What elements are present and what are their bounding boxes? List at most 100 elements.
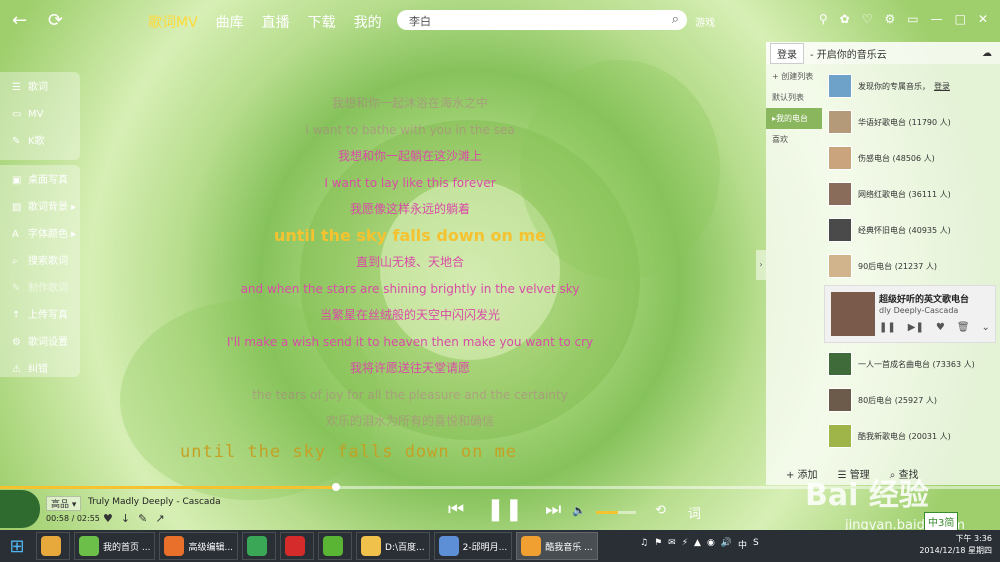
menu-report-error[interactable]: ⚠ 纠错: [0, 356, 80, 383]
create-list-button[interactable]: + 创建列表: [766, 66, 822, 87]
menu-lyrics-settings[interactable]: ⚙ 歌词设置: [0, 329, 80, 356]
featured-station[interactable]: 超级好听的英文歌电台 dly Deeply-Cascada ❚❚ ▶❚ ♥ 🗑 …: [824, 285, 996, 343]
taskbar-app[interactable]: 酷我音乐 ...: [516, 532, 598, 560]
maximize-icon[interactable]: □: [955, 12, 966, 26]
search-input[interactable]: [407, 12, 651, 30]
lyrics-toggle-icon[interactable]: 词: [688, 503, 701, 522]
tab-lyrics-mv[interactable]: 歌词MV: [148, 12, 198, 32]
station-cover: [828, 424, 852, 448]
menu-search-lyrics[interactable]: ⌕ 搜索歌词: [0, 248, 80, 275]
station-cover: [828, 146, 852, 170]
tray-icon[interactable]: ▲: [694, 538, 701, 551]
menu-lyrics[interactable]: ☰ 歌词: [0, 74, 80, 101]
lyrics-icon: ☰: [12, 82, 21, 93]
view-menu: ☰ 歌词 ▭ MV ✎ K歌: [0, 72, 80, 160]
station-item[interactable]: 一人一首成名曲电台 (73363 人): [828, 346, 1000, 382]
refresh-button[interactable]: ⟳: [48, 10, 63, 31]
quality-select[interactable]: 高品 ▾: [46, 496, 82, 511]
cloud-icon[interactable]: ☁: [982, 48, 992, 59]
playback-controls: ⏮ ❚❚ ⏭: [448, 497, 561, 522]
heart-icon[interactable]: ♥: [103, 512, 113, 525]
tray-icon[interactable]: S: [753, 538, 759, 551]
settings-icon[interactable]: ⚙: [884, 12, 895, 26]
station-item[interactable]: 网络红歌电台 (36111 人): [828, 176, 1000, 212]
taskbar-app[interactable]: [280, 532, 315, 560]
station-item[interactable]: 80后电台 (25927 人): [828, 382, 1000, 418]
taskbar-app[interactable]: D:\百度...: [356, 532, 430, 560]
menu-upload-photo[interactable]: ↑ 上传写真: [0, 302, 80, 329]
tray-icon[interactable]: ⚑: [654, 538, 662, 551]
station-item[interactable]: 90后电台 (21237 人): [828, 248, 1000, 284]
heart-icon[interactable]: ♥: [936, 322, 945, 333]
menu-font-color[interactable]: A 字体颜色 ▸: [0, 221, 80, 248]
folder-icon: [361, 536, 382, 556]
menu-desktop-photo[interactable]: ▣ 桌面写真: [0, 167, 80, 194]
progress-handle[interactable]: [332, 483, 340, 491]
search-icon[interactable]: ⌕: [672, 12, 679, 27]
search-icon: ⌕: [12, 256, 18, 267]
more-icon[interactable]: ⌄: [982, 322, 990, 333]
tab-live[interactable]: 直播: [262, 12, 290, 32]
login-link[interactable]: 登录: [934, 81, 950, 92]
next-button[interactable]: ⏭: [545, 499, 561, 520]
pause-button[interactable]: ❚❚: [486, 497, 523, 522]
back-button[interactable]: ←: [12, 10, 27, 31]
download-icon[interactable]: ↓: [121, 512, 130, 525]
edit-icon[interactable]: ✎: [138, 512, 147, 525]
kuwo-icon: [521, 536, 542, 556]
share-icon[interactable]: ↗: [155, 512, 164, 525]
menu-karaoke[interactable]: ✎ K歌: [0, 128, 80, 155]
tray-icon[interactable]: ⚡: [682, 538, 688, 551]
pause-icon[interactable]: ❚❚: [879, 322, 896, 333]
station-item[interactable]: 酷我新歌电台 (20031 人): [828, 418, 1000, 454]
tab-download[interactable]: 下载: [308, 12, 336, 32]
login-button[interactable]: 登录: [770, 42, 804, 64]
game-link[interactable]: 游戏: [695, 14, 715, 29]
windows-start-icon[interactable]: ⊞: [0, 530, 34, 562]
like-icon[interactable]: ♡: [862, 12, 873, 26]
ime-indicator[interactable]: 中3简: [924, 512, 959, 531]
tab-library[interactable]: 曲库: [216, 12, 244, 32]
album-art[interactable]: [0, 490, 40, 528]
tab-mine[interactable]: 我的: [354, 12, 382, 32]
dreamweaver-icon: [323, 536, 344, 556]
skin-icon[interactable]: ⚲: [819, 12, 828, 26]
panel-sidebar: + 创建列表 默认列表 ▸我的电台 喜欢: [766, 66, 822, 150]
menu-lyrics-background[interactable]: ▨ 歌词背景 ▸: [0, 194, 80, 221]
app-icon[interactable]: ✿: [840, 12, 850, 26]
station-item[interactable]: 伤感电台 (48506 人): [828, 140, 1000, 176]
taskbar-app[interactable]: 2-邱明月...: [433, 532, 513, 560]
speaker-icon[interactable]: 🔊: [721, 538, 732, 551]
taskbar-app[interactable]: [36, 532, 70, 560]
volume-icon[interactable]: 🔈: [572, 504, 586, 517]
taskbar-app[interactable]: 高级编辑...: [159, 532, 239, 560]
station-item[interactable]: 经典怀旧电台 (40935 人): [828, 212, 1000, 248]
taskbar-app[interactable]: 我的首页 ...: [74, 532, 156, 560]
player-extra-icons: ⟲ 词: [655, 503, 701, 522]
tray-icon[interactable]: ✉: [668, 538, 676, 551]
minimize-icon[interactable]: —: [931, 12, 943, 26]
close-icon[interactable]: ✕: [978, 12, 988, 26]
sidebar-item-radio[interactable]: ▸我的电台: [766, 108, 822, 129]
ime-icon[interactable]: 中: [738, 538, 747, 551]
trash-icon[interactable]: 🗑: [957, 322, 970, 333]
taskbar-app[interactable]: [318, 532, 353, 560]
menu-mv[interactable]: ▭ MV: [0, 101, 80, 128]
search-box: ⌕: [397, 10, 687, 30]
station-item[interactable]: 华语好歌电台 (11790 人): [828, 104, 1000, 140]
collapse-panel-button[interactable]: ›: [756, 250, 766, 280]
tray-icon[interactable]: ◉: [707, 538, 715, 551]
sidebar-item-default[interactable]: 默认列表: [766, 87, 822, 108]
sidebar-item-favorites[interactable]: 喜欢: [766, 129, 822, 150]
tray-icon[interactable]: ♫: [640, 538, 648, 551]
taskbar-app[interactable]: [242, 532, 277, 560]
repeat-icon[interactable]: ⟲: [655, 503, 666, 522]
volume-slider[interactable]: [596, 511, 636, 514]
station-cover: [828, 218, 852, 242]
next-icon[interactable]: ▶❚: [908, 322, 924, 333]
clock[interactable]: 下午 3:36 2014/12/18 星期四: [919, 533, 992, 557]
previous-button[interactable]: ⏮: [448, 499, 464, 520]
mini-mode-icon[interactable]: ▭: [907, 12, 918, 26]
menu-make-lyrics[interactable]: ✎ 制作歌词: [0, 275, 80, 302]
station-cover: [828, 182, 852, 206]
